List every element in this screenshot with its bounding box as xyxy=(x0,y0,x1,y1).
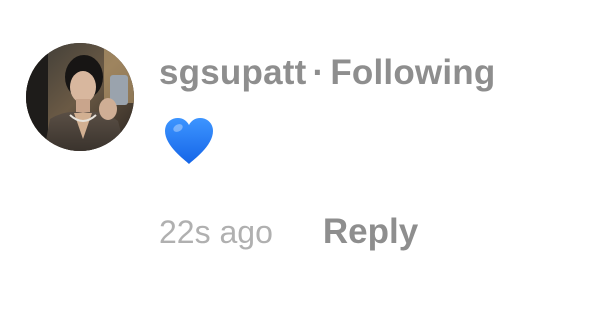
avatar-photo xyxy=(26,43,134,151)
separator-dot: · xyxy=(312,53,325,92)
reply-button[interactable]: Reply xyxy=(323,212,418,251)
avatar[interactable] xyxy=(26,43,134,151)
username-link[interactable]: sgsupatt xyxy=(159,53,306,92)
comment-item: sgsupatt · Following 22s ago Reply xyxy=(0,0,590,311)
comment-meta: 22s ago Reply xyxy=(159,210,418,254)
timestamp: 22s ago xyxy=(159,214,273,250)
blue-heart-icon xyxy=(163,116,215,166)
comment-header: sgsupatt · Following xyxy=(159,50,495,96)
following-status[interactable]: Following xyxy=(330,53,495,92)
